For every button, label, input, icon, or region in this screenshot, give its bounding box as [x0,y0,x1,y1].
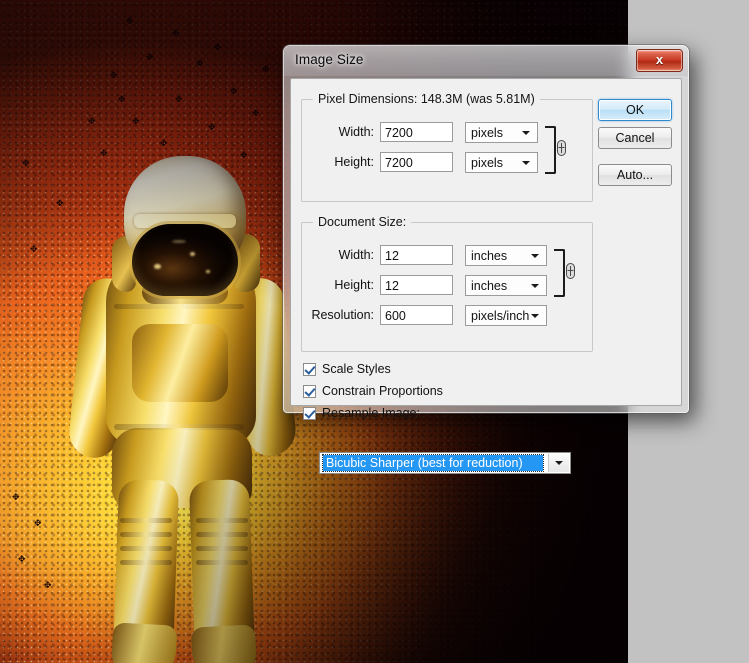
doc-resolution-unit-select[interactable]: pixels/inch [465,305,547,326]
document-size-legend: Document Size: [313,215,412,229]
doc-width-row: Width: 12 inches [302,245,582,267]
doc-resolution-unit-value: pixels/inch [471,309,530,323]
pixel-height-unit-select[interactable]: pixels [465,152,538,173]
scale-styles-label: Scale Styles [322,362,391,376]
pixel-height-input[interactable]: 7200 [380,152,453,172]
doc-width-input[interactable]: 12 [380,245,453,265]
doc-height-label: Height: [334,278,374,292]
dialog-body: Pixel Dimensions: 148.3M (was 5.81M) Wid… [290,78,682,474]
chevron-down-icon [522,131,530,135]
pixel-height-label: Height: [334,155,374,169]
pixel-height-unit-value: pixels [471,156,503,170]
image-size-dialog[interactable]: Image Size x Pixel Dimensions: 148.3M (w… [283,45,689,474]
doc-height-row: Height: 12 inches [302,275,582,297]
resample-image-label: Resample Image: [322,406,420,420]
pixel-constrain-link [545,126,569,174]
chevron-down-icon [531,314,539,318]
pixel-dimensions-group: Pixel Dimensions: 148.3M (was 5.81M) Wid… [301,92,593,202]
doc-width-label: Width: [338,248,374,262]
doc-constrain-link [554,249,578,297]
pixel-dimensions-legend: Pixel Dimensions: 148.3M (was 5.81M) [313,92,540,106]
resample-method-dropdown-button[interactable] [548,454,569,472]
document-size-group: Document Size: Width: 12 inches Height: … [301,215,593,352]
dialog-title: Image Size [295,52,364,67]
doc-resolution-label: Resolution: [311,308,374,322]
auto-button[interactable]: Auto... [598,164,672,186]
pixel-width-row: Width: 7200 pixels [302,122,582,144]
chevron-down-icon [531,254,539,258]
pixel-width-unit-select[interactable]: pixels [465,122,538,143]
constrain-proportions-label: Constrain Proportions [322,384,443,398]
doc-width-unit-value: inches [471,249,508,263]
resample-method-select[interactable]: Bicubic Sharper (best for reduction) [319,452,571,474]
doc-width-unit-select[interactable]: inches [465,245,547,266]
scale-styles-checkbox[interactable] [303,363,316,376]
screen: ✥ ✥ ✥ ✥ ✥ ✥ ✥ ✥ ✥ ✥ ✥ ✥ ✥ ✥ ✥ ✥ ✥ ✥ ✥ ✥ … [0,0,749,663]
pixel-width-unit-value: pixels [471,126,503,140]
doc-height-unit-select[interactable]: inches [465,275,547,296]
close-icon: x [655,52,664,67]
ok-button[interactable]: OK [598,99,672,121]
chevron-down-icon [522,161,530,165]
doc-height-input[interactable]: 12 [380,275,453,295]
chain-link-icon [566,263,575,279]
chain-link-icon [557,140,566,156]
chevron-down-icon [555,461,563,465]
link-bracket [545,126,556,174]
constrain-proportions-checkbox[interactable] [303,385,316,398]
link-bracket [554,249,565,297]
close-button[interactable]: x [636,49,683,72]
chevron-down-icon [531,284,539,288]
doc-height-unit-value: inches [471,279,508,293]
dialog-titlebar[interactable]: Image Size x [284,46,688,76]
cancel-button[interactable]: Cancel [598,127,672,149]
doc-resolution-input[interactable]: 600 [380,305,453,325]
pixel-width-input[interactable]: 7200 [380,122,453,142]
doc-resolution-row: Resolution: 600 pixels/inch [302,305,582,327]
resample-image-checkbox[interactable] [303,407,316,420]
pixel-width-label: Width: [338,125,374,139]
pixel-height-row: Height: 7200 pixels [302,152,582,174]
resample-method-value: Bicubic Sharper (best for reduction) [322,454,544,472]
